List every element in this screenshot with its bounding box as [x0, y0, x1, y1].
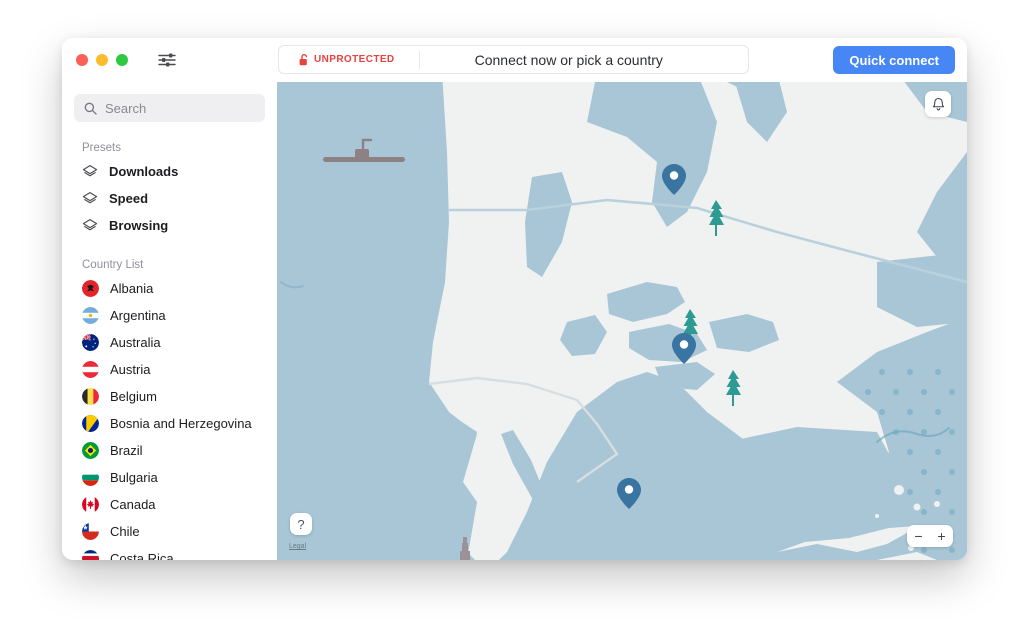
country-label: Costa Rica: [110, 551, 174, 560]
connection-message: Connect now or pick a country: [474, 51, 663, 68]
country-item-australia[interactable]: Australia: [62, 329, 277, 356]
world-map: [277, 82, 967, 560]
country-label: Bulgaria: [110, 470, 158, 485]
search-input[interactable]: Search: [74, 94, 265, 122]
flag-icon-belgium: [82, 388, 99, 405]
connection-status-pill: UNPROTECTED Connect now or pick a countr…: [278, 45, 749, 74]
preset-item-speed[interactable]: Speed: [62, 185, 277, 212]
flag-icon-brazil: [82, 442, 99, 459]
country-item-belgium[interactable]: Belgium: [62, 383, 277, 410]
flag-icon-austria: [82, 361, 99, 378]
sliders-icon: [158, 53, 176, 67]
zoom-in-button[interactable]: +: [937, 529, 945, 543]
country-item-austria[interactable]: Austria: [62, 356, 277, 383]
flag-icon-bosnia-and-herzegovina: [82, 415, 99, 432]
layers-icon: [82, 191, 98, 203]
layers-icon: [82, 164, 98, 176]
settings-button[interactable]: [155, 48, 179, 72]
map-canvas[interactable]: ? Legal − +: [277, 82, 967, 560]
flag-icon-argentina: [82, 307, 99, 324]
preset-label: Downloads: [109, 164, 179, 179]
close-button[interactable]: [76, 54, 88, 66]
layers-icon: [82, 218, 98, 230]
bell-icon: [932, 97, 944, 110]
country-item-canada[interactable]: Canada: [62, 491, 277, 518]
status-badge-label: UNPROTECTED: [314, 54, 395, 65]
traffic-light-buttons: [76, 54, 128, 66]
preset-item-downloads[interactable]: Downloads: [62, 158, 277, 185]
sidebar: Search Presets Downloads Speed Browsing: [62, 82, 277, 560]
map-zoom-controls: − +: [907, 525, 953, 547]
country-item-costa-rica[interactable]: Costa Rica: [62, 545, 277, 560]
flag-icon-bulgaria: [82, 469, 99, 486]
titlebar: UNPROTECTED Connect now or pick a countr…: [62, 38, 967, 82]
search-placeholder: Search: [105, 100, 147, 116]
zoom-out-button[interactable]: −: [914, 529, 922, 543]
flag-icon-albania: [82, 280, 99, 297]
flag-icon-costa-rica: [82, 550, 99, 560]
country-label: Albania: [110, 281, 154, 296]
preset-label: Speed: [109, 191, 149, 206]
country-item-bosnia-and-herzegovina[interactable]: Bosnia and Herzegovina: [62, 410, 277, 437]
notifications-button[interactable]: [925, 91, 951, 117]
flag-icon-canada: [82, 496, 99, 513]
legal-link[interactable]: Legal: [289, 543, 306, 550]
country-label: Austria: [110, 362, 151, 377]
maximize-button[interactable]: [116, 54, 128, 66]
preset-item-browsing[interactable]: Browsing: [62, 212, 277, 239]
preset-label: Browsing: [109, 218, 169, 233]
country-label: Australia: [110, 335, 161, 350]
country-item-bulgaria[interactable]: Bulgaria: [62, 464, 277, 491]
country-list-heading: Country List: [82, 259, 144, 271]
quick-connect-button[interactable]: Quick connect: [833, 46, 955, 74]
flag-icon-chile: [82, 523, 99, 540]
country-item-chile[interactable]: Chile: [62, 518, 277, 545]
app-window: UNPROTECTED Connect now or pick a countr…: [62, 38, 967, 560]
country-item-albania[interactable]: Albania: [62, 275, 277, 302]
country-label: Argentina: [110, 308, 166, 323]
country-label: Chile: [110, 524, 140, 539]
help-button[interactable]: ?: [290, 513, 312, 535]
country-label: Belgium: [110, 389, 157, 404]
unlocked-padlock-icon: [299, 53, 308, 65]
country-label: Brazil: [110, 443, 143, 458]
search-icon: [84, 102, 97, 115]
country-item-brazil[interactable]: Brazil: [62, 437, 277, 464]
status-badge: UNPROTECTED: [299, 53, 395, 66]
presets-heading: Presets: [82, 142, 121, 154]
minimize-button[interactable]: [96, 54, 108, 66]
country-label: Bosnia and Herzegovina: [110, 416, 252, 431]
country-label: Canada: [110, 497, 156, 512]
country-item-argentina[interactable]: Argentina: [62, 302, 277, 329]
flag-icon-australia: [82, 334, 99, 351]
